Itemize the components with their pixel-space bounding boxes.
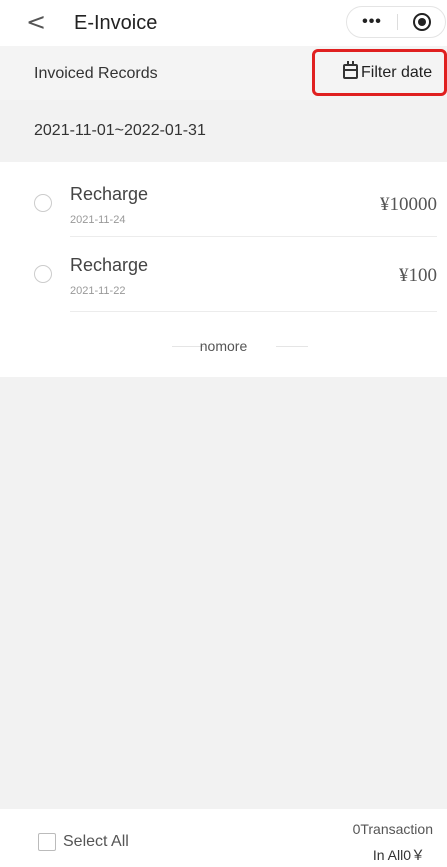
calendar-icon xyxy=(343,61,358,79)
record-name: Recharge xyxy=(70,184,149,204)
nomore-line-right xyxy=(276,346,308,347)
date-range-text: 2021-11-01~2022-01-31 xyxy=(34,122,206,139)
nomore-text: nomore xyxy=(199,338,248,354)
empty-area xyxy=(0,377,447,809)
select-radio[interactable] xyxy=(34,194,52,212)
section-title: Invoiced Records xyxy=(34,65,158,82)
select-all-checkbox[interactable] xyxy=(38,833,56,851)
row-divider xyxy=(70,311,437,312)
record-date: 2021-11-22 xyxy=(70,285,126,297)
close-target-icon[interactable] xyxy=(413,13,431,31)
select-all-label[interactable]: Select All xyxy=(63,833,129,851)
list-end-indicator: nomore xyxy=(0,322,447,377)
page-title: E-Invoice xyxy=(74,12,158,34)
total-amount: In All0￥ xyxy=(372,847,425,863)
record-name: Recharge xyxy=(70,255,149,275)
date-range-bar: 2021-11-01~2022-01-31 xyxy=(0,100,447,162)
record-amount: ¥100 xyxy=(399,265,437,286)
mini-program-capsule: ••• xyxy=(346,6,446,38)
record-amount: ¥10000 xyxy=(380,194,437,215)
back-icon[interactable]: < xyxy=(26,10,46,34)
filter-date-button[interactable]: Filter date xyxy=(312,49,447,96)
select-radio[interactable] xyxy=(34,265,52,283)
record-date: 2021-11-24 xyxy=(70,214,126,226)
records-header: Invoiced Records Filter date xyxy=(0,46,447,100)
navigation-bar: < E-Invoice ••• xyxy=(0,0,447,46)
footer-bar: Select All 0Transaction In All0￥ xyxy=(0,809,447,867)
list-item[interactable]: Recharge 2021-11-22 ¥100 xyxy=(0,237,447,312)
filter-date-label: Filter date xyxy=(361,64,433,81)
transaction-count: 0Transaction xyxy=(352,821,433,837)
list-item[interactable]: Recharge 2021-11-24 ¥10000 xyxy=(0,162,447,237)
more-options-icon[interactable]: ••• xyxy=(347,7,397,37)
capsule-divider xyxy=(397,14,398,30)
